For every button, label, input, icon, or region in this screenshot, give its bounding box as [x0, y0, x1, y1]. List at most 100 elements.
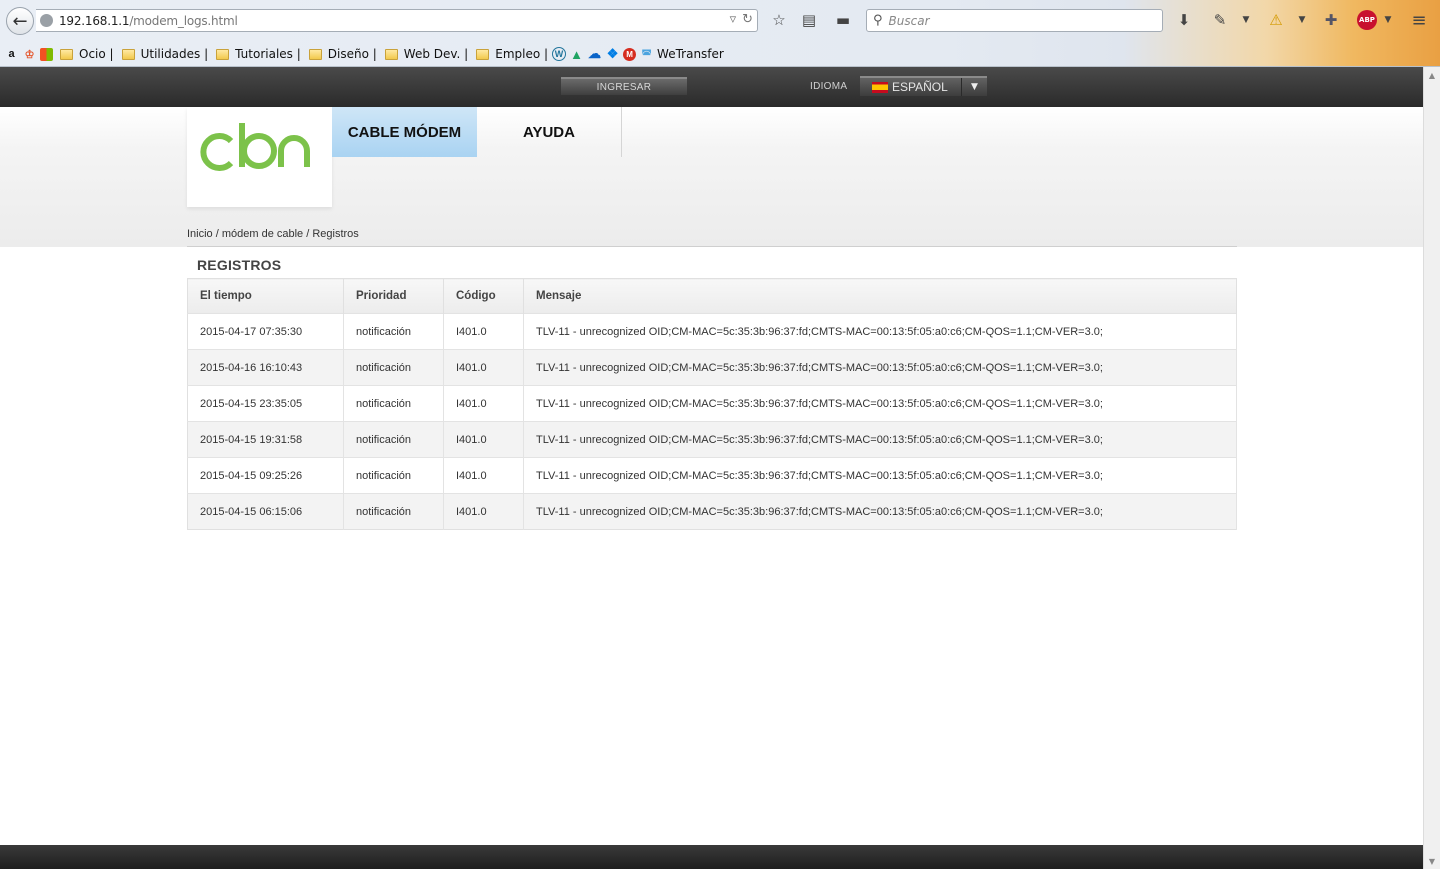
wetransfer-icon: ◚ — [641, 47, 652, 61]
language-value: ESPAÑOL — [892, 80, 948, 94]
cell-message: TLV-11 - unrecognized OID;CM-MAC=5c:35:3… — [523, 493, 1237, 530]
language-label: IDIOMA — [810, 81, 848, 92]
cell-time: 2015-04-16 16:10:43 — [187, 349, 344, 386]
bookmark-folder-webdev[interactable]: Web Dev. | — [381, 47, 468, 61]
url-host: 192.168.1.1 — [59, 13, 130, 28]
table-row: 2015-04-16 16:10:43 notificación I401.0 … — [187, 349, 1237, 386]
cell-time: 2015-04-15 09:25:26 — [187, 457, 344, 494]
chevron-down-icon[interactable]: ▼ — [1378, 10, 1398, 30]
cell-message: TLV-11 - unrecognized OID;CM-MAC=5c:35:3… — [523, 385, 1237, 422]
dropdown-history-icon[interactable]: ▿ — [730, 12, 737, 27]
table-row: 2015-04-15 19:31:58 notificación I401.0 … — [187, 421, 1237, 458]
cell-message: TLV-11 - unrecognized OID;CM-MAC=5c:35:3… — [523, 349, 1237, 386]
chevron-down-icon[interactable]: ▼ — [1292, 10, 1312, 30]
cell-time: 2015-04-15 23:35:05 — [187, 385, 344, 422]
scroll-down-arrow-icon[interactable]: ▼ — [1424, 853, 1440, 869]
cell-priority: notificación — [343, 313, 444, 350]
column-header-message: Mensaje — [523, 278, 1237, 314]
bookmark-label: Empleo | — [495, 47, 549, 61]
folder-icon — [384, 48, 398, 60]
eyedropper-icon[interactable]: ✎ — [1210, 10, 1230, 30]
dropbox-icon[interactable]: ❖ — [605, 46, 620, 62]
bookmark-label: Utilidades | — [140, 47, 209, 61]
chevron-down-icon[interactable]: ▼ — [961, 78, 987, 96]
header-band: CABLE MÓDEM AYUDA Inicio / módem de cabl… — [0, 107, 1423, 247]
column-header-code: Código — [443, 278, 524, 314]
mega-icon[interactable]: M — [623, 47, 637, 61]
folder-icon — [476, 48, 490, 60]
folder-icon — [60, 48, 73, 60]
cell-code: I401.0 — [443, 349, 524, 386]
logs-table: El tiempo Prioridad Código Mensaje 2015-… — [187, 278, 1237, 530]
adblock-icon[interactable]: ABP — [1357, 10, 1377, 30]
browser-nav-row: ← 192.168.1.1/modem_logs.html ▿ ↻ ☆ ▤ ▬ … — [0, 0, 1440, 40]
cell-time: 2015-04-15 06:15:06 — [187, 493, 344, 530]
cell-code: I401.0 — [443, 421, 524, 458]
cell-message: TLV-11 - unrecognized OID;CM-MAC=5c:35:3… — [523, 421, 1237, 458]
cell-code: I401.0 — [443, 313, 524, 350]
bookmark-folder-ocio[interactable]: Ocio | — [56, 47, 114, 61]
cell-priority: notificación — [343, 493, 444, 530]
divider — [187, 246, 1237, 247]
cell-time: 2015-04-17 07:35:30 — [187, 313, 344, 350]
column-header-priority: Prioridad — [343, 278, 444, 314]
bookmark-wetransfer[interactable]: ◚ WeTransfer — [639, 47, 724, 62]
search-input[interactable]: ⚲ Buscar — [866, 9, 1163, 32]
cell-priority: notificación — [343, 385, 444, 422]
cell-time: 2015-04-15 19:31:58 — [187, 421, 344, 458]
cell-code: I401.0 — [443, 493, 524, 530]
search-placeholder: Buscar — [888, 13, 930, 28]
back-arrow-icon[interactable]: ← — [6, 7, 34, 35]
bookmark-label: Web Dev. | — [403, 47, 469, 61]
url-path: /modem_logs.html — [129, 13, 238, 28]
nav-tab-cable-modem[interactable]: CABLE MÓDEM — [332, 107, 477, 157]
bookmark-folder-tutoriales[interactable]: Tutoriales | — [212, 47, 301, 61]
windows-icon[interactable] — [40, 47, 53, 61]
cell-code: I401.0 — [443, 385, 524, 422]
addons-puzzle-icon[interactable]: ✚ — [1321, 10, 1341, 30]
folder-icon — [121, 48, 135, 60]
page: INGRESAR IDIOMA ESPAÑOL ▼ CABLE MÓDEM AY… — [0, 67, 1423, 869]
url-tools: ▿ ↻ — [730, 12, 753, 27]
language-select[interactable]: ESPAÑOL ▼ — [860, 76, 987, 96]
nav-tab-help[interactable]: AYUDA — [477, 107, 622, 157]
onedrive-icon[interactable]: ☁ — [587, 46, 602, 62]
search-icon: ⚲ — [873, 13, 883, 28]
cbn-logo[interactable] — [187, 107, 332, 207]
bookmark-folder-diseno[interactable]: Diseño | — [305, 47, 377, 61]
folder-icon — [308, 48, 322, 60]
reading-list-icon[interactable]: ▤ — [799, 10, 819, 30]
breadcrumb: Inicio / módem de cable / Registros — [187, 228, 359, 240]
folder-icon[interactable]: ▬ — [833, 10, 853, 30]
download-icon[interactable]: ⬇ — [1174, 10, 1194, 30]
top-bar: INGRESAR IDIOMA ESPAÑOL ▼ — [0, 67, 1423, 107]
bookmark-site-icon[interactable]: ♔ — [22, 47, 37, 62]
cbn-logo-icon — [200, 123, 310, 171]
bookmark-label: Diseño | — [327, 47, 377, 61]
scroll-up-arrow-icon[interactable]: ▲ — [1424, 67, 1440, 83]
table-row: 2015-04-15 06:15:06 notificación I401.0 … — [187, 493, 1237, 530]
bookmark-folder-utilidades[interactable]: Utilidades | — [118, 47, 209, 61]
wordpress-icon[interactable]: W — [552, 47, 567, 61]
google-drive-icon[interactable]: ▲ — [569, 47, 584, 62]
table-row: 2015-04-17 07:35:30 notificación I401.0 … — [187, 313, 1237, 350]
url-bar[interactable]: 192.168.1.1/modem_logs.html ▿ ↻ — [36, 9, 758, 32]
bookmark-label: WeTransfer — [657, 47, 724, 61]
chevron-down-icon[interactable]: ▼ — [1236, 10, 1256, 30]
footer-bar — [0, 845, 1423, 869]
spain-flag-icon — [872, 81, 888, 93]
bookmark-label: Tutoriales | — [235, 47, 301, 61]
amazon-icon[interactable]: a — [4, 47, 19, 62]
section-title: REGISTROS — [197, 257, 282, 273]
login-button[interactable]: INGRESAR — [561, 77, 687, 95]
hamburger-menu-icon[interactable]: ≡ — [1409, 10, 1429, 31]
bookmark-folder-empleo[interactable]: Empleo | — [472, 47, 548, 61]
vertical-scrollbar[interactable]: ▲ ▼ — [1423, 67, 1440, 869]
cell-code: I401.0 — [443, 457, 524, 494]
cell-priority: notificación — [343, 349, 444, 386]
cell-priority: notificación — [343, 421, 444, 458]
warning-icon[interactable]: ⚠ — [1266, 10, 1286, 30]
star-icon[interactable]: ☆ — [769, 10, 789, 30]
bookmarks-toolbar: a ♔ Ocio | Utilidades | Tutoriales | Dis… — [0, 42, 1440, 66]
reload-icon[interactable]: ↻ — [742, 12, 753, 27]
